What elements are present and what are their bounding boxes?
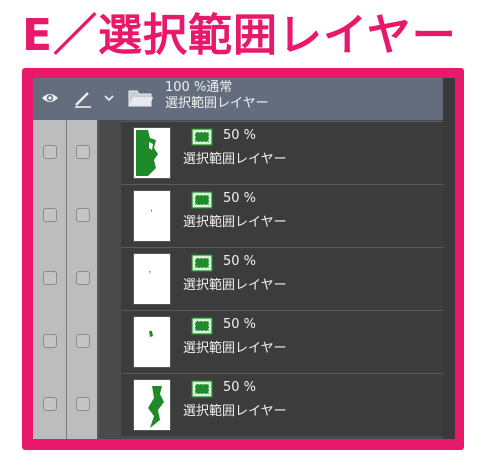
layer-row[interactable]: 50 % 選択範囲レイヤー: [33, 121, 443, 184]
folder-opacity-mode: 100 %通常: [165, 80, 233, 95]
selection-layer-icon: [191, 317, 213, 335]
layer-thumbnail: [133, 379, 171, 431]
layer-row[interactable]: 50 % 選択範囲レイヤー: [33, 184, 443, 247]
layer-opacity: 50 %: [223, 380, 257, 395]
visibility-checkbox[interactable]: [43, 334, 57, 348]
layer-panel: 100 %通常 選択範囲レイヤー 50 % 選択範囲レイヤー 50 % 選択範囲…: [33, 78, 455, 439]
layer-thumbnail: [133, 127, 171, 179]
visibility-checkbox[interactable]: [43, 208, 57, 222]
visibility-checkbox[interactable]: [43, 145, 57, 159]
edit-checkbox[interactable]: [76, 208, 90, 222]
layer-name: 選択範囲レイヤー: [183, 152, 287, 167]
folder-row[interactable]: 100 %通常 選択範囲レイヤー: [33, 78, 443, 120]
folder-icon: [128, 90, 153, 107]
eye-icon[interactable]: [41, 90, 59, 106]
layer-opacity: 50 %: [223, 191, 257, 206]
layer-thumbnail: [133, 253, 171, 305]
selection-layer-icon: [191, 254, 213, 272]
selection-layer-icon: [191, 380, 213, 398]
edit-checkbox[interactable]: [76, 271, 90, 285]
panel-scrollbar[interactable]: [443, 78, 455, 439]
layer-opacity: 50 %: [223, 128, 257, 143]
layer-row[interactable]: 50 % 選択範囲レイヤー: [33, 373, 443, 436]
layer-name: 選択範囲レイヤー: [183, 278, 287, 293]
layer-name: 選択範囲レイヤー: [183, 341, 287, 356]
visibility-checkbox[interactable]: [43, 397, 57, 411]
pen-icon[interactable]: [73, 88, 93, 108]
chevron-down-icon[interactable]: [103, 92, 115, 104]
layer-row[interactable]: 50 % 選択範囲レイヤー: [33, 247, 443, 310]
page-title: E／選択範囲レイヤー: [22, 10, 457, 61]
layer-thumbnail: [133, 190, 171, 242]
selection-layer-icon: [191, 128, 213, 146]
visibility-checkbox[interactable]: [43, 271, 57, 285]
edit-checkbox[interactable]: [76, 334, 90, 348]
layer-opacity: 50 %: [223, 254, 257, 269]
layer-name: 選択範囲レイヤー: [183, 215, 287, 230]
layer-opacity: 50 %: [223, 317, 257, 332]
layer-row[interactable]: 50 % 選択範囲レイヤー: [33, 310, 443, 373]
folder-name: 選択範囲レイヤー: [165, 96, 269, 111]
layer-thumbnail: [133, 316, 171, 368]
edit-checkbox[interactable]: [76, 397, 90, 411]
selection-layer-icon: [191, 191, 213, 209]
edit-checkbox[interactable]: [76, 145, 90, 159]
layer-name: 選択範囲レイヤー: [183, 404, 287, 419]
